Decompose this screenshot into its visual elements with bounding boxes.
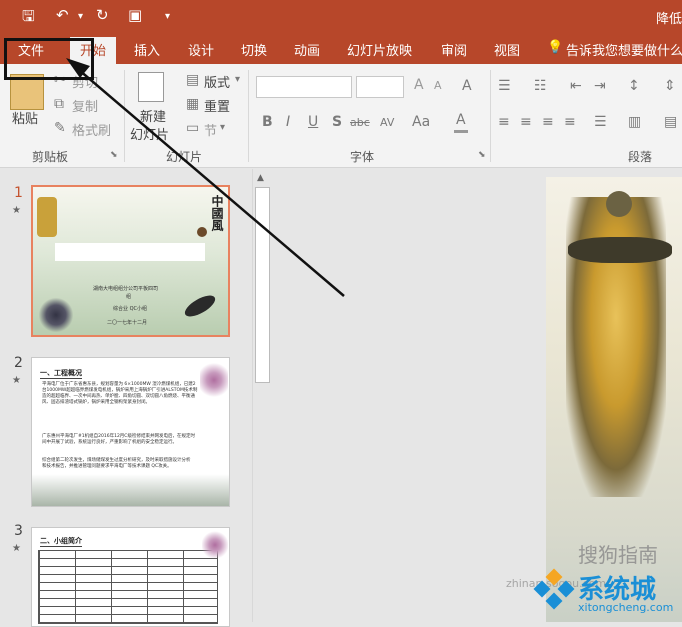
annotation-arrow [66, 58, 345, 297]
